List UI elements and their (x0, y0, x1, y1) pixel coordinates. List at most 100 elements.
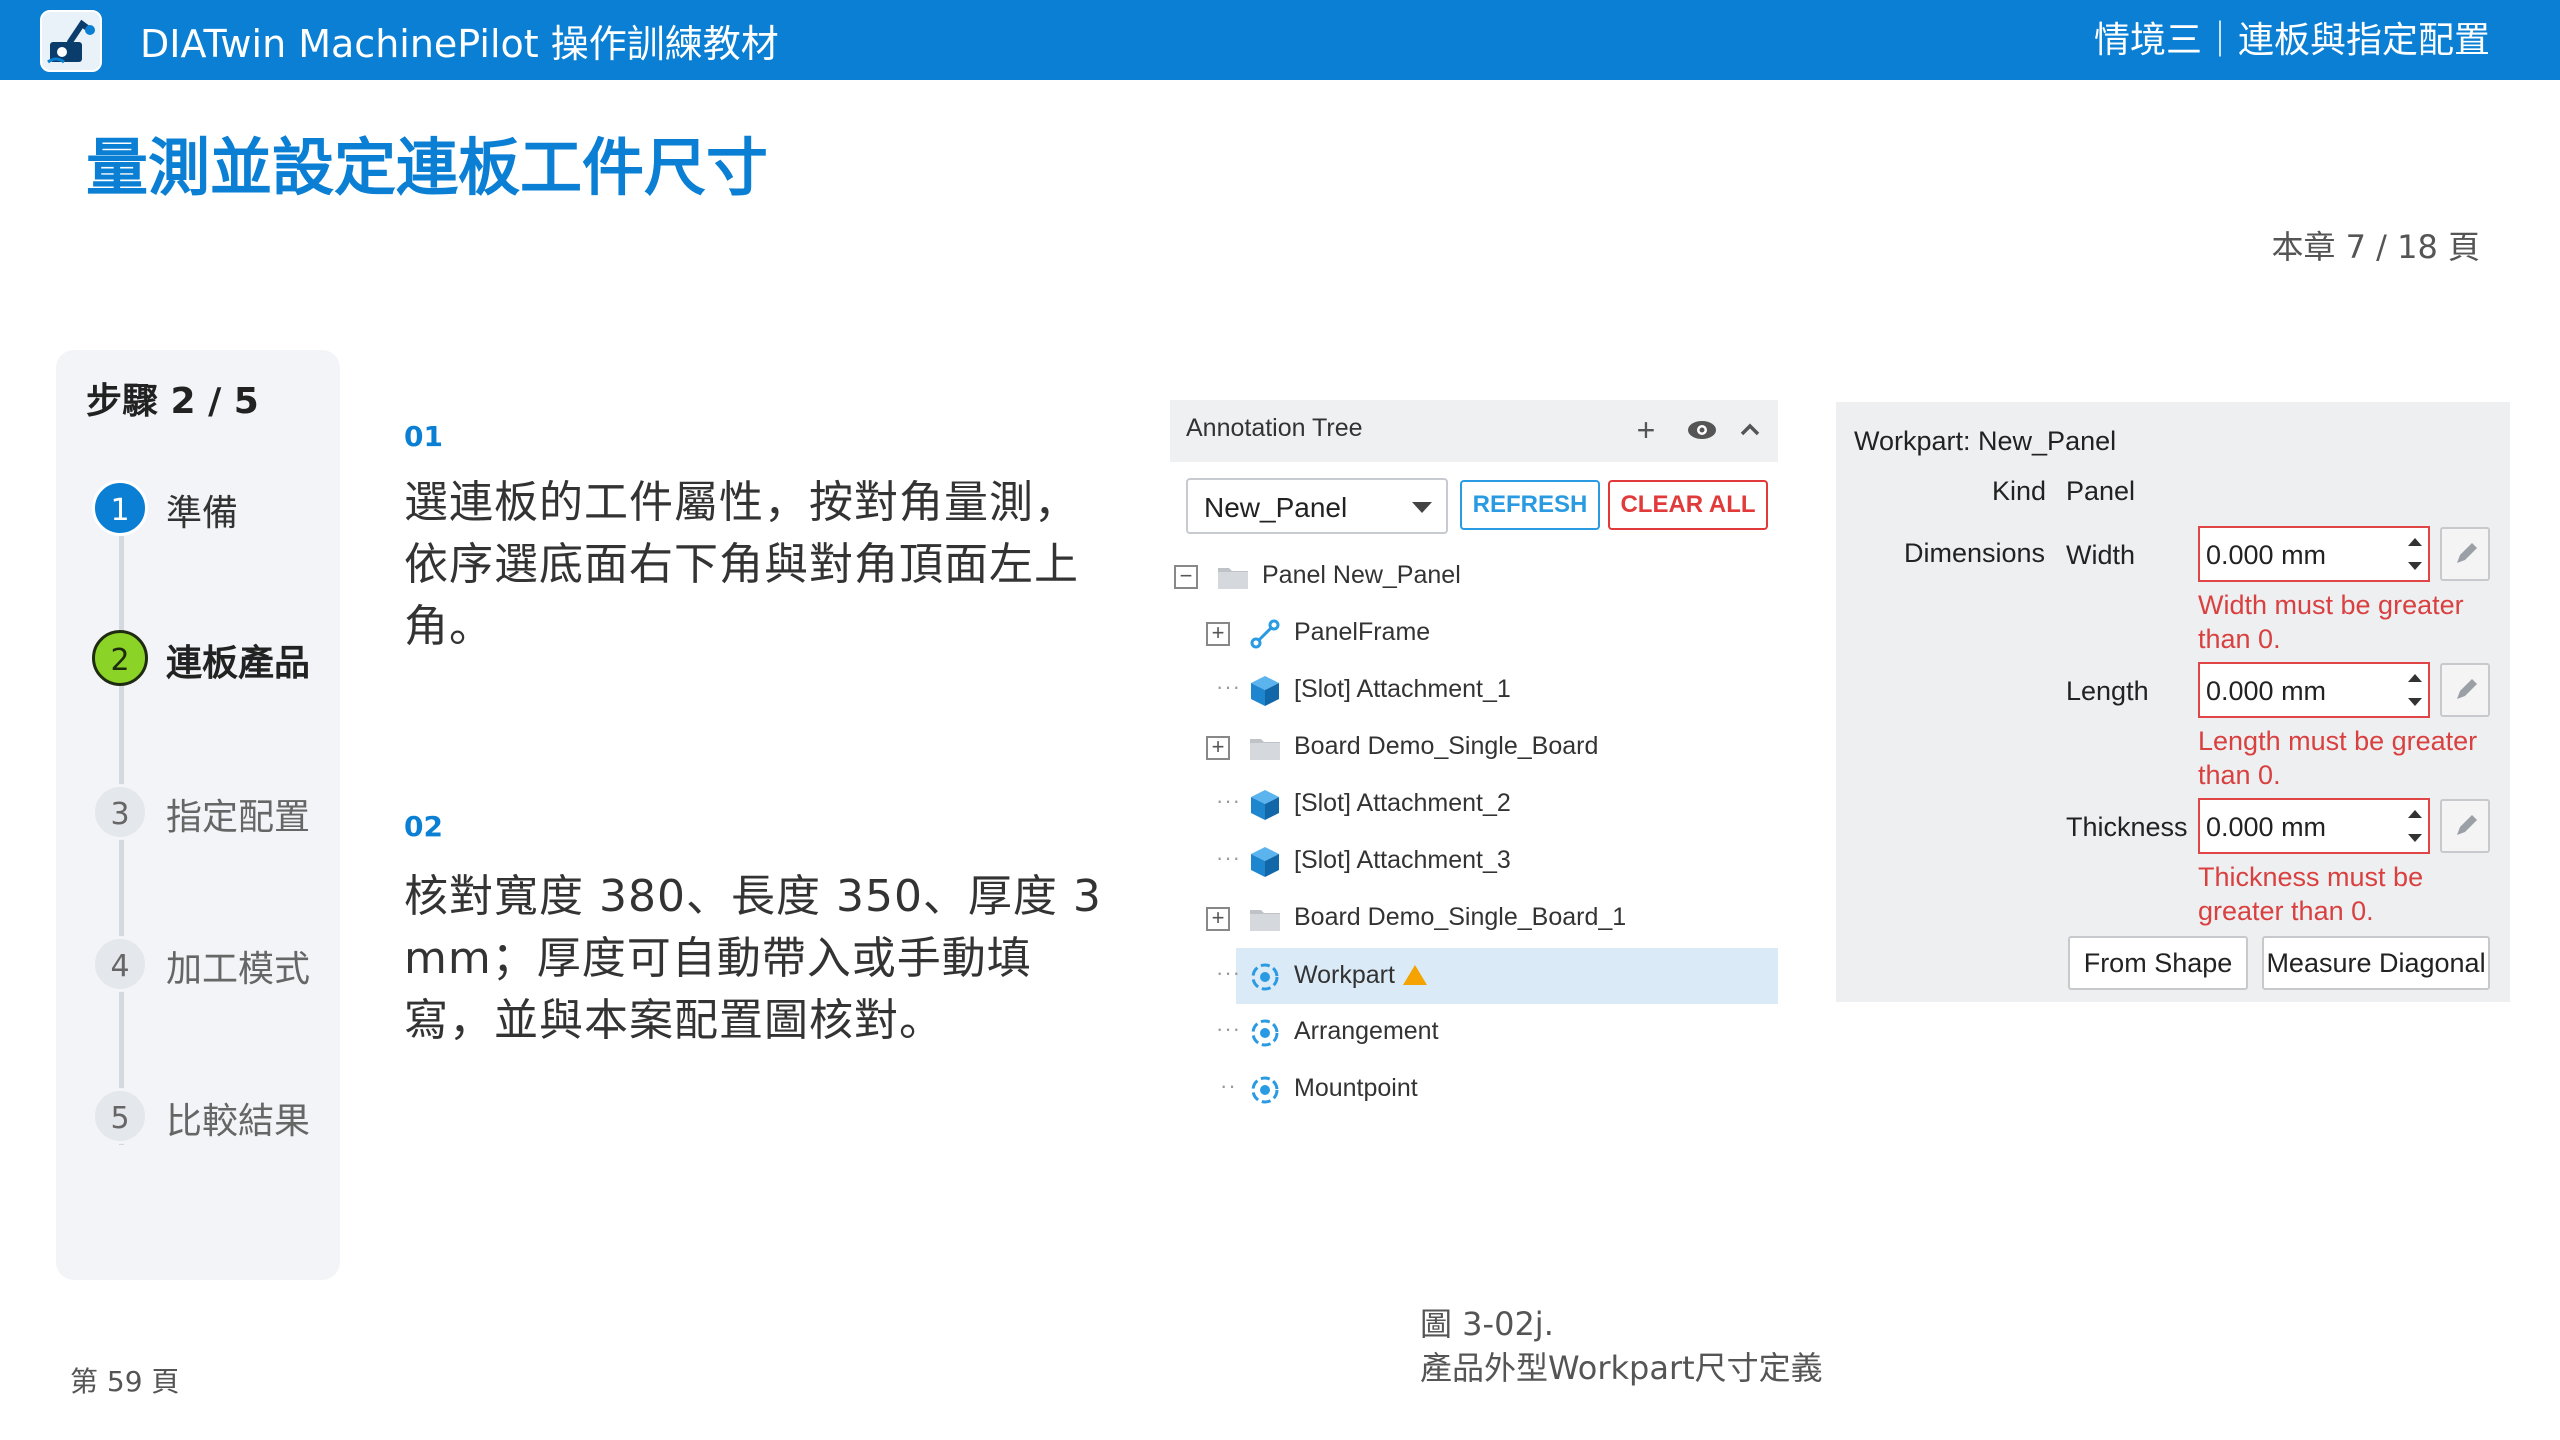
thickness-error: Thickness must be greater than 0. (2198, 862, 2424, 926)
length-label: Length (2066, 676, 2149, 706)
app-title: DIATwin MachinePilot 操作訓練教材 (140, 22, 779, 66)
tree-connector: ··· (1216, 788, 1241, 813)
tree-row-label: Board Demo_Single_Board_1 (1294, 903, 1627, 931)
tree-connector: ··· (1216, 960, 1241, 985)
cube-icon (1251, 790, 1279, 820)
width-error: Width must be greater than 0. (2198, 590, 2464, 654)
workpart-title: Workpart: New_Panel (1854, 426, 2117, 456)
target-icon (1251, 1076, 1279, 1104)
frame-link-icon (1250, 619, 1280, 649)
spin-up-icon[interactable] (2408, 538, 2422, 546)
folder-icon (1250, 739, 1280, 760)
tree-row[interactable]: + Board Demo_Single_Board_1 (1170, 890, 1778, 946)
instruction-text: 核對寬度 380、長度 350、厚度 3 mm；厚度可自動帶入或手動填寫，並與本… (404, 871, 1102, 1046)
tree-row-label: [Slot] Attachment_2 (1294, 789, 1511, 817)
expand-icon[interactable]: + (1206, 907, 1230, 931)
panel-select[interactable]: New_Panel (1186, 478, 1448, 534)
chevron-up-icon[interactable] (1730, 410, 1770, 450)
top-bar: DIATwin MachinePilot 操作訓練教材 情境三｜連板與指定配置 (0, 0, 2560, 80)
instruction-number: 01 (404, 420, 443, 453)
width-input[interactable]: 0.000 mm (2198, 526, 2430, 582)
spin-down-icon[interactable] (2408, 834, 2422, 842)
from-shape-button[interactable]: From Shape (2068, 936, 2248, 990)
step-number: 5 (92, 1088, 148, 1144)
tree-row[interactable]: ··· Arrangement (1170, 1004, 1778, 1060)
step-label: 連板產品 (166, 643, 311, 684)
refresh-button[interactable]: REFRESH (1460, 480, 1600, 530)
tree-connector: ··· (1216, 674, 1241, 699)
tree-connector: ··· (1216, 1016, 1241, 1041)
tree-row-label: [Slot] Attachment_3 (1294, 846, 1511, 874)
pencil-icon (2457, 543, 2477, 563)
thickness-value: 0.000 mm (2206, 812, 2327, 842)
step-label: 指定配置 (166, 797, 311, 838)
tree-connector: ··· (1216, 845, 1241, 870)
thickness-measure-button[interactable] (2440, 799, 2490, 853)
tree-row-label: Workpart (1294, 961, 1427, 990)
target-icon (1251, 963, 1279, 991)
spin-down-icon[interactable] (2408, 562, 2422, 570)
tree-row[interactable]: ··· [Slot] Attachment_2 (1170, 776, 1778, 832)
annotation-tree-title: Annotation Tree (1186, 414, 1363, 442)
step-number: 4 (92, 936, 148, 992)
width-label: Width (2066, 540, 2136, 570)
instruction-number: 02 (404, 810, 443, 843)
annotation-tree-header: Annotation Tree + (1170, 400, 1778, 462)
length-input[interactable]: 0.000 mm (2198, 662, 2430, 718)
expand-icon[interactable]: + (1206, 622, 1230, 646)
length-error: Length must be greater than 0. (2198, 726, 2478, 790)
tree-row-label: [Slot] Attachment_1 (1294, 675, 1511, 703)
workpart-properties-panel: Workpart: New_Panel Kind Panel Dimension… (1836, 402, 2510, 1002)
tree-row-label: Panel New_Panel (1262, 561, 1461, 589)
kind-value: Panel (2066, 476, 2136, 506)
expand-icon[interactable]: + (1206, 736, 1230, 760)
chapter-page-indicator: 本章 7 / 18 頁 (2271, 228, 2480, 266)
tree-row[interactable]: ··· [Slot] Attachment_3 (1170, 833, 1778, 889)
tree-row[interactable]: − Panel New_Panel (1170, 548, 1778, 604)
folder-icon (1250, 910, 1280, 931)
page-number: 第 59 頁 (70, 1365, 180, 1398)
step-number: 2 (92, 630, 148, 686)
tree-connector: ·· (1220, 1073, 1237, 1098)
length-value: 0.000 mm (2206, 676, 2327, 706)
eye-icon[interactable] (1682, 410, 1722, 450)
spin-up-icon[interactable] (2408, 674, 2422, 682)
length-measure-button[interactable] (2440, 663, 2490, 717)
thickness-input[interactable]: 0.000 mm (2198, 798, 2430, 854)
cube-icon (1251, 847, 1279, 877)
kind-label: Kind (1992, 476, 2047, 506)
tree-row-label: Arrangement (1294, 1017, 1439, 1045)
width-measure-button[interactable] (2440, 527, 2490, 581)
clear-all-button[interactable]: CLEAR ALL (1608, 480, 1768, 530)
figure-caption: 圖 3-02j. 產品外型Workpart尺寸定義 (1420, 1302, 1823, 1390)
tree-row[interactable]: + Board Demo_Single_Board (1170, 719, 1778, 775)
figure-caption-number: 圖 3-02j. (1420, 1305, 1554, 1343)
instruction-text: 選連板的工件屬性，按對角量測，依序選底面右下角與對角頂面左上角。 (404, 477, 1079, 652)
app-logo-icon (40, 10, 102, 72)
spin-up-icon[interactable] (2408, 810, 2422, 818)
step-number: 3 (92, 784, 148, 840)
step-label: 準備 (166, 493, 239, 534)
tree-row-workpart[interactable]: ··· Workpart (1216, 948, 1778, 1004)
chapter-title: 情境三｜連板與指定配置 (2093, 20, 2490, 61)
tree-row-label: PanelFrame (1294, 618, 1431, 646)
chevron-down-icon (1412, 502, 1432, 513)
cube-icon (1251, 676, 1279, 706)
width-value: 0.000 mm (2206, 540, 2327, 570)
measure-diagonal-button[interactable]: Measure Diagonal (2262, 936, 2490, 990)
tree-row-label: Mountpoint (1294, 1074, 1418, 1102)
tree-row[interactable]: + PanelFrame (1170, 605, 1778, 661)
collapse-icon[interactable]: − (1174, 565, 1198, 589)
figure-caption-text: 產品外型Workpart尺寸定義 (1420, 1349, 1823, 1387)
dimensions-label: Dimensions (1904, 538, 2046, 568)
step-label: 比較結果 (166, 1101, 311, 1142)
step-label: 加工模式 (166, 949, 311, 990)
add-icon[interactable]: + (1626, 410, 1666, 450)
step-number: 1 (92, 480, 148, 536)
tree-row[interactable]: ·· Mountpoint (1170, 1061, 1778, 1117)
folder-icon (1218, 568, 1248, 589)
warning-icon (1402, 965, 1427, 985)
tree-row-label: Board Demo_Single_Board (1294, 732, 1599, 760)
tree-row[interactable]: ··· [Slot] Attachment_1 (1170, 662, 1778, 718)
spin-down-icon[interactable] (2408, 698, 2422, 706)
